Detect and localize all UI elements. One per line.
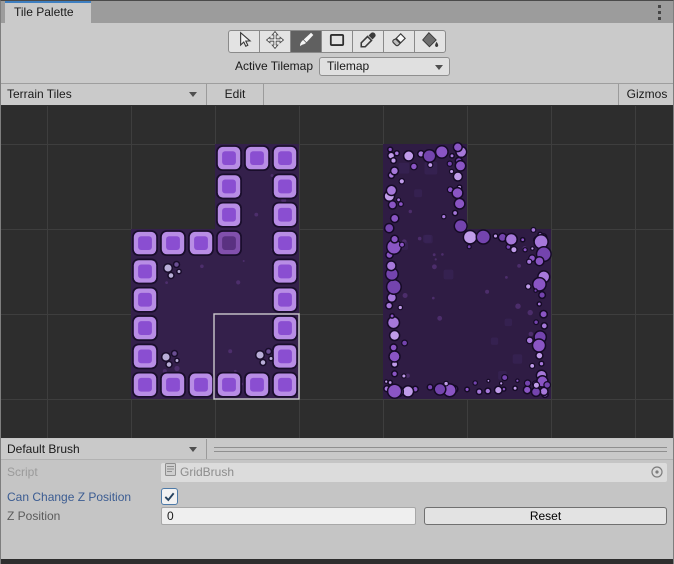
tool-box-fill-button[interactable] <box>322 31 352 52</box>
brush-dropdown-value: Default Brush <box>7 442 80 456</box>
window-bottom-edge <box>1 559 673 564</box>
kebab-menu-icon[interactable] <box>654 4 664 20</box>
tool-erase-button[interactable] <box>384 31 414 52</box>
gizmos-button[interactable]: Gizmos <box>621 84 673 105</box>
brush-panel: Default Brush Script GridBrush Can Chang… <box>1 438 673 564</box>
script-field: GridBrush <box>161 463 667 482</box>
script-label: Script <box>7 465 38 479</box>
palette-dropdown[interactable]: Terrain Tiles <box>1 84 206 105</box>
tool-move-button[interactable] <box>260 31 290 52</box>
can-change-z-label: Can Change Z Position <box>7 490 131 504</box>
checkmark-icon <box>163 490 176 503</box>
tool-pick-button[interactable] <box>353 31 383 52</box>
chevron-down-icon <box>189 447 197 452</box>
tool-select-button[interactable] <box>229 31 259 52</box>
divider <box>214 447 667 452</box>
chevron-down-icon <box>189 92 197 97</box>
reset-button[interactable]: Reset <box>424 507 667 525</box>
separator <box>263 84 264 105</box>
palette-dropdown-value: Terrain Tiles <box>7 87 72 101</box>
tab-bar: Tile Palette <box>1 1 673 23</box>
script-file-icon <box>165 463 176 482</box>
active-tilemap-label: Active Tilemap <box>1 59 313 73</box>
edit-button[interactable]: Edit <box>207 84 263 105</box>
tool-row <box>228 30 446 53</box>
rect-icon <box>328 31 346 52</box>
chevron-down-icon <box>435 65 443 70</box>
can-change-z-checkbox[interactable] <box>161 488 178 505</box>
bucket-icon <box>421 31 439 52</box>
brush-row: Default Brush <box>1 439 673 460</box>
active-tilemap-value: Tilemap <box>327 59 369 73</box>
tile-palette-canvas[interactable] <box>1 106 674 438</box>
eyedropper-icon <box>359 31 377 52</box>
cursor-icon <box>235 31 253 52</box>
tool-fill-button[interactable] <box>415 31 445 52</box>
move-icon <box>266 31 284 52</box>
object-picker-icon[interactable] <box>650 465 664 485</box>
separator <box>618 84 619 105</box>
palette-bar: Terrain Tiles Edit Gizmos <box>1 83 673 106</box>
tile-palette-window: Tile Palette Active Tilemap Tilemap Terr… <box>0 0 674 564</box>
z-position-input[interactable]: 0 <box>161 507 416 525</box>
script-value: GridBrush <box>180 463 234 482</box>
separator <box>206 439 207 459</box>
eraser-icon <box>390 31 408 52</box>
z-position-label: Z Position <box>7 509 60 523</box>
toolbar: Active Tilemap Tilemap <box>1 23 673 83</box>
brush-icon <box>297 31 315 52</box>
tab-tile-palette[interactable]: Tile Palette <box>5 1 91 23</box>
tool-paint-button[interactable] <box>291 31 321 52</box>
active-tilemap-dropdown[interactable]: Tilemap <box>319 57 450 76</box>
brush-dropdown[interactable]: Default Brush <box>1 439 206 459</box>
tab-title: Tile Palette <box>14 5 74 19</box>
